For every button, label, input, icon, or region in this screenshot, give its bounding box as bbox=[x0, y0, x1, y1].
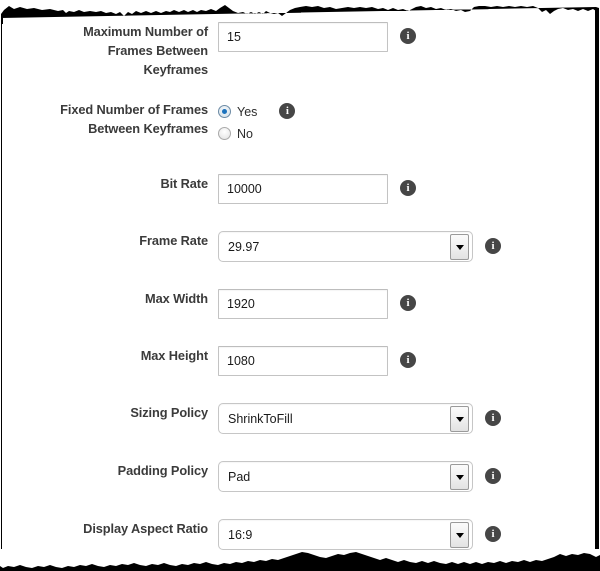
field-control-max-width: i bbox=[208, 289, 600, 319]
dropdown-display-aspect-ratio[interactable]: 16:9 bbox=[218, 519, 473, 550]
field-label-max-width: Max Width bbox=[0, 289, 208, 308]
radio-button-no-icon[interactable] bbox=[218, 127, 231, 140]
field-label-line: Padding Policy bbox=[117, 463, 208, 478]
radio-label: No bbox=[237, 126, 253, 141]
field-control-bit-rate: i bbox=[208, 174, 600, 204]
dropdown-selected-value: ShrinkToFill bbox=[228, 412, 293, 426]
text-input-max-width[interactable] bbox=[218, 289, 388, 319]
form-row: Frame Rate 29.97 i bbox=[0, 231, 600, 262]
info-icon-display-aspect-ratio[interactable]: i bbox=[485, 526, 501, 542]
field-label-line: Bit Rate bbox=[160, 176, 208, 191]
field-label-line: Display Aspect Ratio bbox=[83, 521, 208, 536]
field-control-frame-rate: 29.97 i bbox=[208, 231, 600, 262]
form-row: Padding Policy Pad i bbox=[0, 461, 600, 492]
field-control-fixed-number-of-frames-between-keyframes: Yes No i bbox=[208, 100, 600, 146]
info-icon-max-height[interactable]: i bbox=[400, 352, 416, 368]
text-input-max-height[interactable] bbox=[218, 346, 388, 376]
info-icon-max-frames-between-keyframes[interactable]: i bbox=[400, 28, 416, 44]
radio-label: Yes bbox=[237, 104, 258, 119]
dropdown-selected-value: 29.97 bbox=[228, 240, 260, 254]
radio-button-yes-icon[interactable] bbox=[218, 105, 231, 118]
info-icon-padding-policy[interactable]: i bbox=[485, 468, 501, 484]
field-control-sizing-policy: ShrinkToFill i bbox=[208, 403, 600, 434]
info-icon-sizing-policy[interactable]: i bbox=[485, 410, 501, 426]
dropdown-frame-rate[interactable]: 29.97 bbox=[218, 231, 473, 262]
field-label-line: Frame Rate bbox=[139, 233, 208, 248]
form-row: Max Width i bbox=[0, 289, 600, 319]
field-control-display-aspect-ratio: 16:9 i bbox=[208, 519, 600, 550]
dropdown-sizing-policy[interactable]: ShrinkToFill bbox=[218, 403, 473, 434]
form-row: Sizing Policy ShrinkToFill i bbox=[0, 403, 600, 434]
info-icon-max-width[interactable]: i bbox=[400, 295, 416, 311]
field-label-line: Sizing Policy bbox=[130, 405, 208, 420]
field-label-line: Frames Between bbox=[107, 43, 208, 58]
chevron-down-icon[interactable] bbox=[450, 522, 469, 548]
radio-option-no[interactable]: No bbox=[218, 124, 257, 143]
dropdown-selected-value: Pad bbox=[228, 470, 251, 484]
radio-option-yes[interactable]: Yes bbox=[218, 102, 257, 121]
chevron-down-icon[interactable] bbox=[450, 234, 469, 260]
field-label-display-aspect-ratio: Display Aspect Ratio bbox=[0, 519, 208, 538]
field-label-sizing-policy: Sizing Policy bbox=[0, 403, 208, 422]
field-label-frame-rate: Frame Rate bbox=[0, 231, 208, 250]
field-label-line: Max Height bbox=[140, 348, 208, 363]
dropdown-selected-value: 16:9 bbox=[228, 528, 253, 542]
field-label-fixed-number-of-frames-between-keyframes: Fixed Number of Frames Between Keyframes bbox=[0, 100, 208, 138]
form-row: Fixed Number of Frames Between Keyframes Y… bbox=[0, 100, 600, 146]
field-label-bit-rate: Bit Rate bbox=[0, 174, 208, 193]
field-control-max-height: i bbox=[208, 346, 600, 376]
field-label-line: Maximum Number of bbox=[83, 24, 208, 39]
field-label-padding-policy: Padding Policy bbox=[0, 461, 208, 480]
chevron-down-icon[interactable] bbox=[450, 406, 469, 432]
field-label-line: Keyframes bbox=[143, 62, 208, 77]
info-icon-bit-rate[interactable]: i bbox=[400, 180, 416, 196]
text-input-bit-rate[interactable] bbox=[218, 174, 388, 204]
torn-paper-edge-top-icon bbox=[1, 5, 599, 24]
radio-group-fixed-number-of-frames-between-keyframes: Yes No bbox=[218, 100, 257, 146]
field-label-line: Fixed Number of Frames bbox=[60, 102, 208, 117]
form-row: Display Aspect Ratio 16:9 i bbox=[0, 519, 600, 550]
field-label-max-height: Max Height bbox=[0, 346, 208, 365]
form-row: Max Height i bbox=[0, 346, 600, 376]
form-row: Bit Rate i bbox=[0, 174, 600, 204]
field-label-line: Between Keyframes bbox=[88, 121, 208, 136]
info-icon-frame-rate[interactable]: i bbox=[485, 238, 501, 254]
screenshot-root: Maximum Number of Frames Between Keyframes… bbox=[0, 0, 600, 571]
field-label-line: Max Width bbox=[145, 291, 208, 306]
info-icon-fixed-number-of-frames-between-keyframes[interactable]: i bbox=[279, 103, 296, 119]
field-control-padding-policy: Pad i bbox=[208, 461, 600, 492]
form-row: Maximum Number of Frames Between Keyframes… bbox=[0, 22, 600, 79]
chevron-down-icon[interactable] bbox=[450, 464, 469, 490]
field-control-max-frames-between-keyframes: i bbox=[208, 22, 600, 52]
field-label-max-frames-between-keyframes: Maximum Number of Frames Between Keyframes bbox=[0, 22, 208, 79]
dropdown-padding-policy[interactable]: Pad bbox=[218, 461, 473, 492]
text-input-max-frames-between-keyframes[interactable] bbox=[218, 22, 388, 52]
